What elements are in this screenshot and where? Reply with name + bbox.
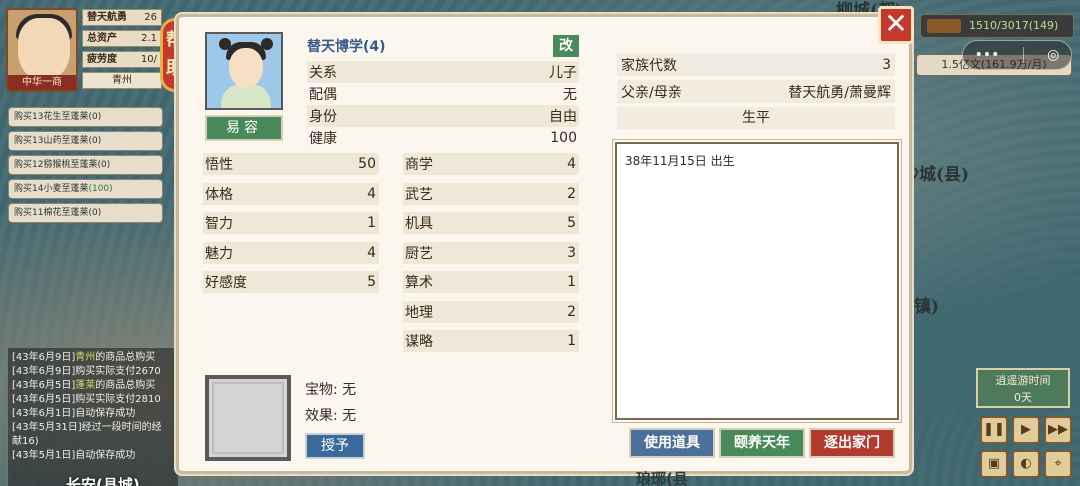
task-item[interactable]: 购买12猕猴桃至蓬莱(0) (8, 155, 163, 175)
box-icon[interactable]: ▣ (980, 450, 1008, 478)
info-row-health: 健康 100 (309, 130, 577, 147)
footprint-icon[interactable]: ◐ (1012, 450, 1040, 478)
log-line: [43年6月5日]购买实际支付2810 (12, 394, 161, 405)
mini-program-capsule[interactable]: ••• ◎ (962, 40, 1072, 70)
fast-forward-icon[interactable]: ▶▶ (1044, 416, 1072, 444)
attr-row-intelligence: 智力 1 (203, 212, 379, 234)
assets-label: 总资产 (87, 33, 117, 44)
close-mini-program-icon[interactable]: ◎ (1047, 47, 1059, 63)
event-log[interactable]: [43年6月9日]青州的商品总购买 [43年6月9日]购买实际支付2670 [4… (8, 348, 178, 486)
effect-label: 效果: 无 (305, 408, 357, 424)
attr-row-charm: 魅力 4 (203, 241, 379, 264)
member-name: 替天博学(4) (307, 39, 386, 55)
cart-capacity-bar[interactable]: 1510/3017(149) (920, 14, 1074, 38)
skill-row-machinery: 机具 5 (403, 212, 579, 234)
disguise-button[interactable]: 易容 (205, 115, 283, 141)
skill-row-martial: 武艺 2 (403, 182, 579, 205)
player-stats-panel: 替天航勇 26 总资产 2.1 疲劳度 10/ 青州 (82, 9, 162, 89)
skill-row-cooking: 厨艺 3 (403, 241, 579, 264)
task-item[interactable]: 购买14小麦至蓬莱(100) (8, 179, 163, 199)
task-item[interactable]: 购买13山药至蓬莱(0) (8, 131, 163, 151)
log-line: [43年6月5日]蓬莱的商品总购买 (12, 380, 156, 391)
skill-row-arithmetic: 算术 1 (403, 271, 579, 293)
info-row-status: 身份 自由 (307, 105, 579, 127)
retire-button[interactable]: 颐养天年 (719, 428, 805, 458)
skill-row-geography: 地理 2 (403, 300, 579, 323)
task-text: 购买14小麦至蓬莱 (14, 184, 89, 194)
info-row-spouse: 配偶无 (309, 87, 577, 103)
task-text: 购买13山药至蓬莱(0) (14, 136, 102, 146)
family-info: 家族代数 3 父亲/母亲 替天航勇/萧曼辉 (617, 53, 895, 107)
member-info: 关系 儿子 配偶无 身份 自由 健康 100 (307, 61, 579, 149)
current-city: 青州 (82, 72, 162, 89)
cart-icon (927, 19, 961, 33)
skill-row-strategy: 谋略 1 (403, 330, 579, 352)
fatigue-row: 疲劳度 10/ (82, 51, 162, 68)
location-icon[interactable]: ⌖ (1044, 450, 1072, 478)
task-list: 购买13花生至蓬莱(0) 购买13山药至蓬莱(0) 购买12猕猴桃至蓬莱(0) … (8, 107, 163, 227)
info-row-relation: 关系 儿子 (307, 61, 579, 83)
player-name: 替天航勇 (87, 12, 127, 23)
member-name-row: 替天博学(4) 改 (307, 35, 579, 57)
task-text: 购买12猕猴桃至蓬莱(0) (14, 160, 111, 170)
parents-row: 父亲/母亲 替天航勇/萧曼辉 (617, 80, 895, 103)
task-item[interactable]: 购买11棉花至蓬莱(0) (8, 203, 163, 223)
attribute-list: 悟性 50 体格 4 智力 1 魅力 4 好感度 5 (203, 153, 379, 301)
task-progress: (100) (88, 184, 113, 194)
log-line: 献16) (12, 436, 39, 447)
player-title-tag: 中华一商 (8, 75, 76, 90)
play-icon[interactable]: ▶ (1012, 416, 1040, 444)
log-line: [43年6月1日]自动保存成功 (12, 408, 136, 419)
close-icon[interactable]: ✕ (878, 6, 914, 44)
capsule-divider (1022, 47, 1024, 63)
avatar-face (18, 18, 70, 80)
log-line: [43年6月9日]购买实际支付2670 (12, 366, 161, 377)
attr-row-physique: 体格 4 (203, 182, 379, 205)
biography-entry: 38年11月15日 出生 (625, 154, 735, 168)
player-name-value: 26 (144, 12, 157, 23)
log-line: [43年5月31日]经过一段时间的经 (12, 422, 162, 433)
more-icon[interactable]: ••• (975, 47, 1000, 63)
family-member-dialog: 易容 替天博学(4) 改 关系 儿子 配偶无 身份 自由 健康 100 悟性 50 体格… (176, 14, 912, 474)
assets-row: 总资产 2.1 (82, 30, 162, 47)
attr-row-affection: 好感度 5 (203, 271, 379, 293)
fatigue-value: 10/ (140, 54, 157, 65)
family-generation-row: 家族代数 3 (617, 53, 895, 76)
biography-box[interactable]: 38年11月15日 出生 (612, 139, 902, 423)
rename-button[interactable]: 改 (553, 35, 579, 57)
treasure-label: 宝物: 无 (305, 382, 357, 398)
treasure-slot[interactable] (205, 375, 291, 461)
pause-icon[interactable]: ❚❚ (980, 416, 1008, 444)
biography-title: 生平 (617, 107, 895, 129)
task-text: 购买13花生至蓬莱(0) (14, 112, 102, 122)
travel-time-panel[interactable]: 逍遥游时间 0天 (976, 368, 1070, 408)
skill-row-commerce: 商学 4 (403, 153, 579, 175)
use-item-button[interactable]: 使用道具 (629, 428, 715, 458)
map-label-bottom-mid[interactable]: 琅琊(县 (636, 468, 688, 486)
member-portrait (205, 32, 283, 110)
cart-capacity-value: 1510/3017(149) (969, 19, 1059, 32)
fatigue-label: 疲劳度 (87, 54, 117, 65)
assets-value: 2.1 (141, 33, 157, 44)
map-label-bottom-left[interactable]: 长安(县城) (66, 474, 140, 486)
player-name-row: 替天航勇 26 (82, 9, 162, 26)
skill-list: 商学 4 武艺 2 机具 5 厨艺 3 算术 1 地理 2 谋略 1 (403, 153, 579, 360)
log-line: [43年5月1日]自动保存成功 (12, 450, 136, 461)
expel-button[interactable]: 逐出家门 (809, 428, 895, 458)
player-avatar[interactable]: 中华一商 (6, 8, 78, 92)
task-text: 购买11棉花至蓬莱(0) (14, 208, 102, 218)
portrait-face (229, 48, 263, 88)
travel-time-value: 0天 (1014, 391, 1032, 404)
attr-row-comprehension: 悟性 50 (203, 153, 379, 175)
task-item[interactable]: 购买13花生至蓬莱(0) (8, 107, 163, 127)
travel-time-title: 逍遥游时间 (995, 374, 1051, 387)
grant-button[interactable]: 授予 (305, 433, 365, 459)
log-line: [43年6月9日]青州的商品总购买 (12, 352, 156, 363)
